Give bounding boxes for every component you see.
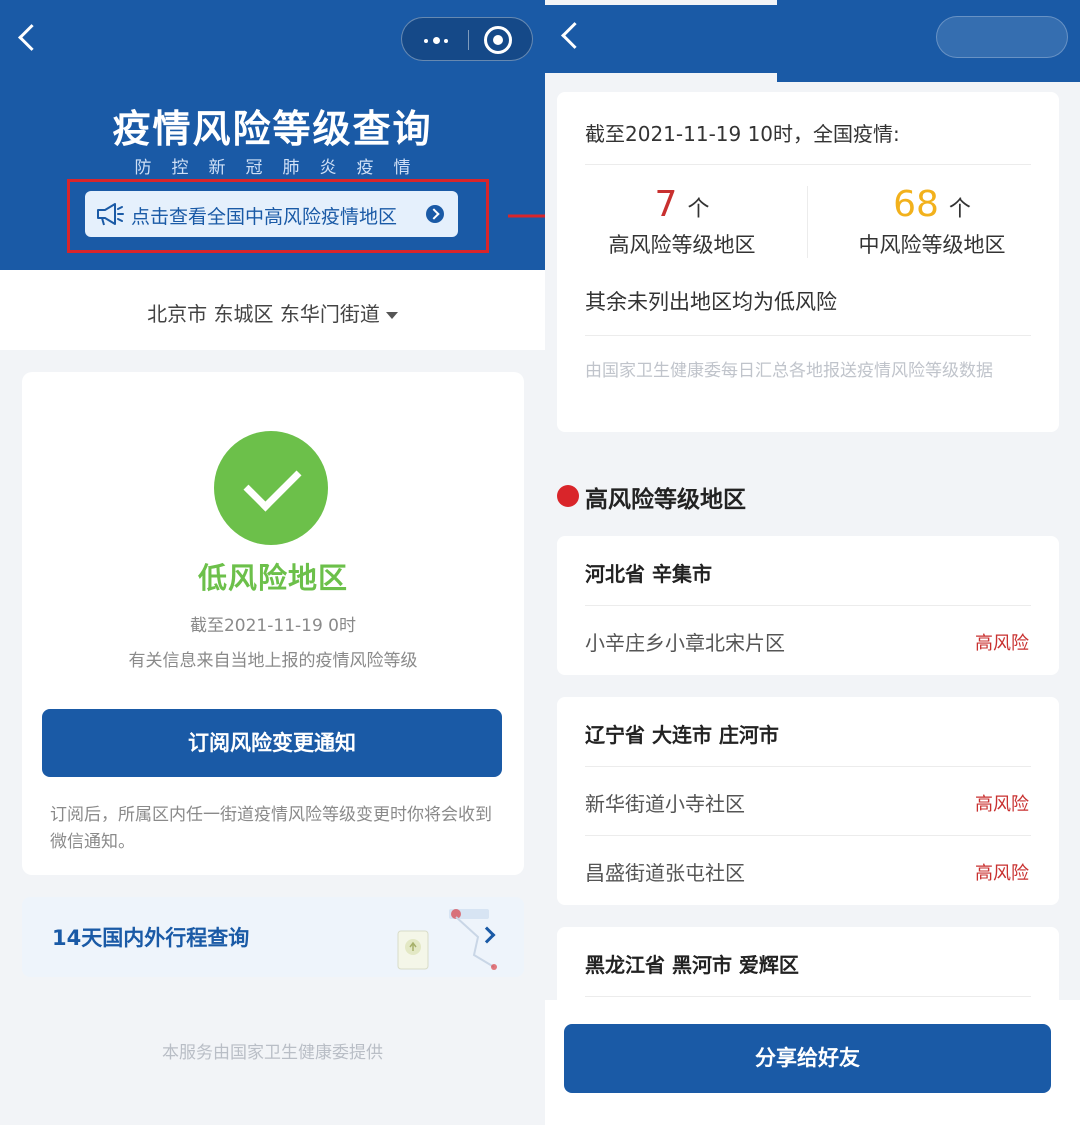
risk-badge: 高风险 xyxy=(975,633,1029,654)
share-button[interactable]: 分享给好友 xyxy=(564,1024,1051,1093)
arrow-circle-icon xyxy=(426,205,444,223)
area-name: 小辛庄乡小章北宋片区 xyxy=(585,631,785,655)
back-icon[interactable] xyxy=(14,18,40,58)
footer-note: 本服务由国家卫生健康委提供 xyxy=(162,1043,383,1063)
mini-program-capsule[interactable] xyxy=(936,16,1068,58)
mid-risk-unit: 个 xyxy=(948,197,971,222)
area-name: 昌盛街道张屯社区 xyxy=(585,861,745,885)
location-selector-text: 北京市 东城区 东华门街道 xyxy=(0,298,545,327)
region-card: 河北省 辛集市 小辛庄乡小章北宋片区 高风险 xyxy=(557,536,1059,675)
check-circle-icon xyxy=(214,431,328,545)
source-note: 有关信息来自当地上报的疫情风险等级 xyxy=(128,651,418,671)
red-dot-icon xyxy=(557,485,579,507)
high-risk-count: 7 xyxy=(654,184,678,225)
mid-risk-stat: 68 个 中风险等级地区 xyxy=(807,184,1057,259)
close-icon[interactable] xyxy=(484,26,512,54)
region-title: 河北省 辛集市 xyxy=(585,562,712,586)
risk-status-card: 低风险地区 截至2021-11-19 0时 有关信息来自当地上报的疫情风险等级 … xyxy=(22,372,524,875)
summary-title: 截至2021-11-19 10时，全国疫情: xyxy=(585,122,900,146)
location-label: 北京市 东城区 东华门街道 xyxy=(147,302,380,326)
subscribe-button[interactable]: 订阅风险变更通知 xyxy=(42,709,502,777)
mid-risk-count: 68 xyxy=(893,184,939,225)
high-risk-label: 高风险等级地区 xyxy=(608,233,756,257)
mini-program-capsule xyxy=(401,17,533,61)
divider xyxy=(585,605,1031,606)
high-risk-stat: 7个 高风险等级地区 xyxy=(557,184,807,259)
divider xyxy=(585,835,1031,836)
megaphone-icon xyxy=(97,203,124,226)
bottom-action-bar: 分享给好友 xyxy=(545,1000,1080,1125)
location-selector[interactable]: 北京市 东城区 东华门街道 xyxy=(0,270,545,350)
area-name: 新华街道小寺社区 xyxy=(585,792,745,816)
capsule-divider xyxy=(468,30,469,50)
divider xyxy=(585,335,1031,336)
region-row[interactable]: 昌盛街道张屯社区 高风险 xyxy=(557,835,1059,904)
right-screen: 截至2021-11-19 10时，全国疫情: 7个 高风险等级地区 68 个 中风… xyxy=(545,0,1080,1125)
mid-risk-label: 中风险等级地区 xyxy=(858,233,1006,257)
data-source-note: 由国家卫生健康委每日汇总各地报送疫情风险等级数据 xyxy=(585,361,993,381)
region-title: 辽宁省 大连市 庄河市 xyxy=(585,723,779,747)
section-title: 高风险等级地区 xyxy=(585,487,746,513)
page-subtitle: 防控新冠肺炎疫情 xyxy=(134,158,431,178)
region-title: 黑龙江省 黑河市 爱辉区 xyxy=(585,953,799,977)
national-summary-card: 截至2021-11-19 10时，全国疫情: 7个 高风险等级地区 68 个 中风… xyxy=(557,92,1059,432)
region-row[interactable]: 新华街道小寺社区 高风险 xyxy=(557,766,1059,835)
divider xyxy=(585,766,1031,767)
travel-query-card[interactable]: 14天国内外行程查询 xyxy=(22,897,524,977)
caret-down-icon xyxy=(385,312,398,319)
region-row[interactable]: 小辛庄乡小章北宋片区 高风险 xyxy=(557,605,1059,674)
national-risk-link[interactable]: 点击查看全国中高风险疫情地区 xyxy=(85,191,458,237)
subscribe-note: 订阅后，所属区内任一街道疫情风险等级变更时你将会收到微信通知。 xyxy=(50,805,492,852)
travel-query-label: 14天国内外行程查询 xyxy=(52,926,250,950)
risk-level-label: 低风险地区 xyxy=(197,561,348,595)
region-card: 辽宁省 大连市 庄河市 新华街道小寺社区 高风险 昌盛街道张屯社区 高风险 xyxy=(557,697,1059,905)
left-screen: 疫情风险等级查询 防控新冠肺炎疫情 点击查看全国中高风险疫情地区 北京市 东城区… xyxy=(0,0,545,1125)
as-of-time: 截至2021-11-19 0时 xyxy=(189,616,356,636)
risk-badge: 高风险 xyxy=(975,794,1029,815)
more-icon[interactable] xyxy=(412,18,462,62)
left-header: 疫情风险等级查询 防控新冠肺炎疫情 点击查看全国中高风险疫情地区 xyxy=(0,0,545,270)
divider xyxy=(585,164,1031,165)
page-title: 疫情风险等级查询 xyxy=(112,107,433,151)
back-icon[interactable] xyxy=(557,16,583,56)
risk-badge: 高风险 xyxy=(975,863,1029,884)
low-risk-note: 其余未列出地区均为低风险 xyxy=(585,290,837,314)
national-risk-link-label: 点击查看全国中高风险疫情地区 xyxy=(131,206,398,228)
high-risk-unit: 个 xyxy=(687,197,710,222)
divider xyxy=(585,996,1031,997)
